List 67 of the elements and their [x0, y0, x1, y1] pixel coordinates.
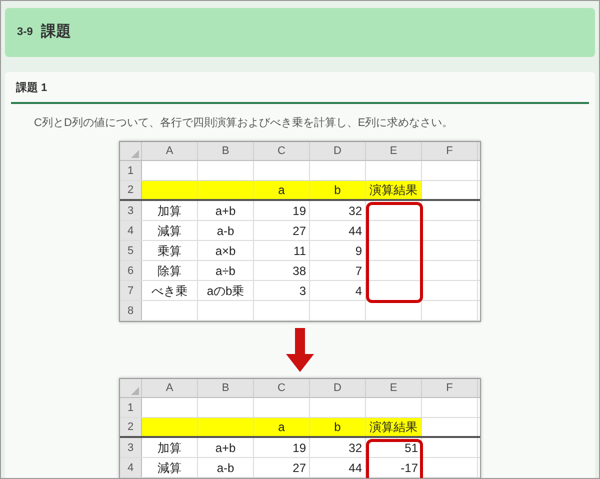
table-cell: 加算: [142, 438, 198, 457]
column-header: D: [310, 142, 366, 160]
table-cell: a-b: [198, 221, 254, 240]
table-cell: 11: [254, 241, 310, 260]
table-cell: べき乗: [142, 281, 198, 300]
table-cell: 3: [254, 281, 310, 300]
table-cell: 32: [310, 438, 366, 457]
table-cell: a÷b: [198, 261, 254, 280]
row-header: 4: [120, 221, 142, 240]
column-header: F: [422, 379, 478, 397]
column-header: D: [310, 379, 366, 397]
table-cell: 44: [310, 458, 366, 477]
table-cell: a+b: [198, 201, 254, 220]
table-cell: a-b: [198, 458, 254, 477]
table-cell: a×b: [198, 241, 254, 260]
row-header: 3: [120, 438, 142, 457]
page-title: 課題: [40, 22, 71, 42]
corner-triangle-icon: [131, 150, 139, 158]
column-header: C: [254, 379, 310, 397]
corner-triangle-icon: [131, 387, 139, 395]
column-header: C: [254, 142, 310, 160]
table-cell: 19: [254, 201, 310, 220]
table-cell: b: [310, 181, 366, 199]
column-header: F: [422, 142, 478, 160]
table-cell: 7: [310, 261, 366, 280]
table-cell: 27: [254, 458, 310, 477]
down-arrow-icon: [286, 328, 314, 372]
table-cell: a: [254, 181, 310, 199]
row-header: 6: [120, 261, 142, 280]
row-header: 1: [120, 398, 142, 417]
column-header: E: [366, 142, 422, 160]
row-header: 1: [120, 161, 142, 180]
instruction-text: C列とD列の値について、各行で四則演算およびべき乗を計算し、E列に求めなさい。: [34, 116, 454, 130]
table-cell: -17: [366, 458, 422, 477]
table-cell: b: [310, 418, 366, 436]
table-cell: 44: [310, 221, 366, 240]
table-cell: 演算結果: [366, 181, 422, 199]
row-header: 2: [120, 181, 142, 199]
table-cell: 19: [254, 438, 310, 457]
table-cell: 32: [310, 201, 366, 220]
table-cell: 乗算: [142, 241, 198, 260]
table-cell: aのb乗: [198, 281, 254, 300]
table-cell: 演算結果: [366, 418, 422, 436]
row-header: 8: [120, 301, 142, 320]
section-number: 3-9: [17, 25, 33, 40]
table-cell: 減算: [142, 221, 198, 240]
row-header: 3: [120, 201, 142, 220]
table-cell: 除算: [142, 261, 198, 280]
exercise-title: 課題 1: [11, 80, 589, 104]
column-header: B: [198, 142, 254, 160]
table-cell: 加算: [142, 201, 198, 220]
column-header: A: [142, 142, 198, 160]
table-cell: 27: [254, 221, 310, 240]
row-header: 7: [120, 281, 142, 300]
table-cell: 4: [310, 281, 366, 300]
table-cell: 38: [254, 261, 310, 280]
row-header: 4: [120, 458, 142, 477]
table-cell: 51: [366, 438, 422, 457]
table-cell: 9: [310, 241, 366, 260]
table-cell: 減算: [142, 458, 198, 477]
column-header: A: [142, 379, 198, 397]
row-header: 2: [120, 418, 142, 436]
table-cell: a: [254, 418, 310, 436]
row-header: 5: [120, 241, 142, 260]
table-cell: a+b: [198, 438, 254, 457]
column-header: E: [366, 379, 422, 397]
column-header: B: [198, 379, 254, 397]
